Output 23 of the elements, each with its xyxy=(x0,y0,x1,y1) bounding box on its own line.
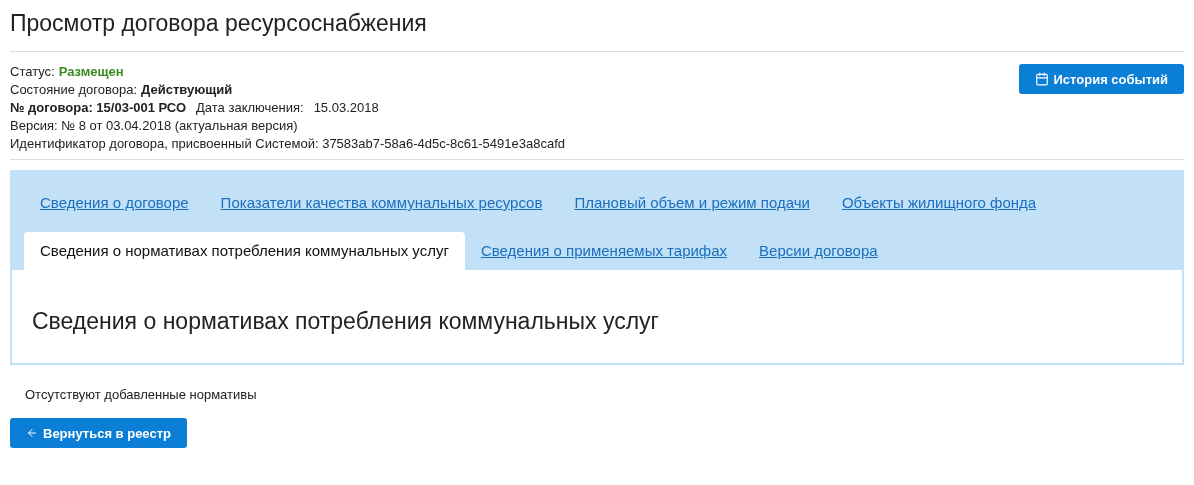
date-value: 15.03.2018 xyxy=(313,100,379,115)
tab[interactable]: Версии договора xyxy=(743,232,894,270)
empty-message: Отсутствуют добавленные нормативы xyxy=(25,387,257,402)
contract-number: № договора: 15/03-001 РСО xyxy=(10,100,187,115)
arrow-left-icon xyxy=(26,427,38,439)
status-label: Статус: xyxy=(10,64,55,79)
back-button[interactable]: Вернуться в реестр xyxy=(10,418,187,448)
panel-title: Сведения о нормативах потребления коммунальных услуг xyxy=(32,308,660,335)
status-value: Размещен xyxy=(58,64,124,79)
tab[interactable]: Сведения о договоре xyxy=(24,184,205,222)
version-text: Версия: № 8 от 03.04.2018 (актуальная версия) xyxy=(10,118,299,133)
tab[interactable]: Сведения о нормативах потребления коммунальных услуг xyxy=(24,232,465,270)
page-title: Просмотр договора ресурсоснабжения xyxy=(10,0,1184,52)
tab[interactable]: Плановый объем и режим подачи xyxy=(558,184,826,222)
tab[interactable]: Объекты жилищного фонда xyxy=(825,184,1053,222)
state-value: Действующий xyxy=(141,82,233,97)
history-button[interactable]: История событий xyxy=(1018,64,1184,94)
calendar-icon xyxy=(1034,72,1049,86)
tab[interactable]: Сведения о применяемых тарифах xyxy=(464,232,744,270)
state-label: Состояние договора: xyxy=(10,82,138,97)
date-label: Дата заключения: xyxy=(196,100,304,115)
identifier-text: Идентификатор договора, присвоенный Системой: 37583ab7-58a6-4d5c-8c61-5491e3a8cafd xyxy=(10,136,566,151)
tab[interactable]: Показатели качества коммунальных ресурсов xyxy=(204,184,559,222)
